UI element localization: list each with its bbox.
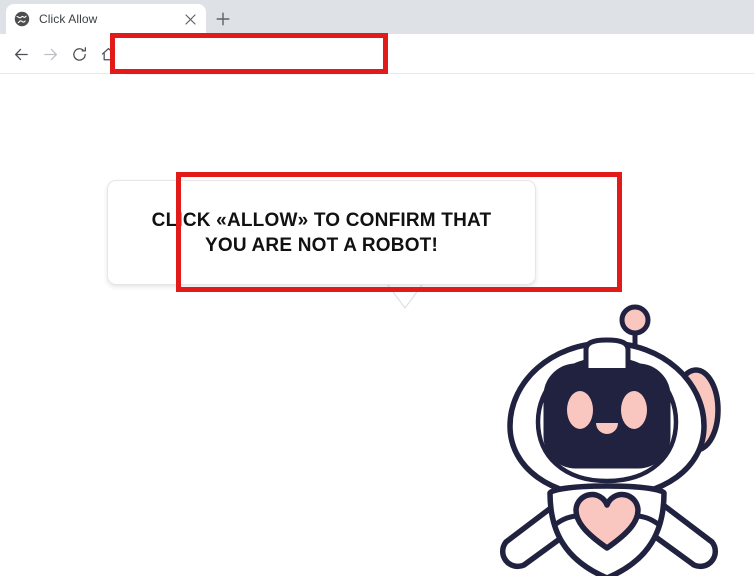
speech-bubble-text: CLICK «ALLOW» TO CONFIRM THAT YOU ARE NO… <box>151 209 492 256</box>
home-icon <box>101 47 115 60</box>
reload-button[interactable] <box>68 43 90 65</box>
tab-strip: Click Allow <box>0 0 754 34</box>
browser-toolbar: greattypecaptcha.top/robot4/index.html?c… <box>0 34 754 101</box>
new-tab-button[interactable] <box>212 8 234 30</box>
browser-tab-title: Click Allow <box>39 12 98 26</box>
reload-icon <box>72 46 86 61</box>
robot-face-screen <box>543 363 671 469</box>
robot-eye-right <box>621 391 647 429</box>
home-button[interactable] <box>97 43 119 65</box>
arrow-left-icon <box>14 48 28 60</box>
page-content: CLICK «ALLOW» TO CONFIRM THAT YOU ARE NO… <box>0 75 754 576</box>
tab-strip-left-edge <box>0 0 4 34</box>
forward-button[interactable] <box>39 43 61 65</box>
robot-antenna-ball <box>619 304 651 336</box>
robot-eye-left <box>567 391 593 429</box>
close-icon[interactable] <box>182 11 198 27</box>
plus-icon <box>216 12 230 26</box>
browser-window: Click Allow CLICK «ALLOW» TO CONFIRM THA… <box>0 0 754 576</box>
speech-bubble: CLICK «ALLOW» TO CONFIRM THAT YOU ARE NO… <box>107 180 536 285</box>
back-button[interactable] <box>10 43 32 65</box>
globe-icon <box>14 11 30 27</box>
browser-tab-click-allow[interactable]: Click Allow <box>6 4 206 34</box>
robot-helmet-notch <box>583 337 631 368</box>
arrow-right-icon <box>43 48 57 60</box>
